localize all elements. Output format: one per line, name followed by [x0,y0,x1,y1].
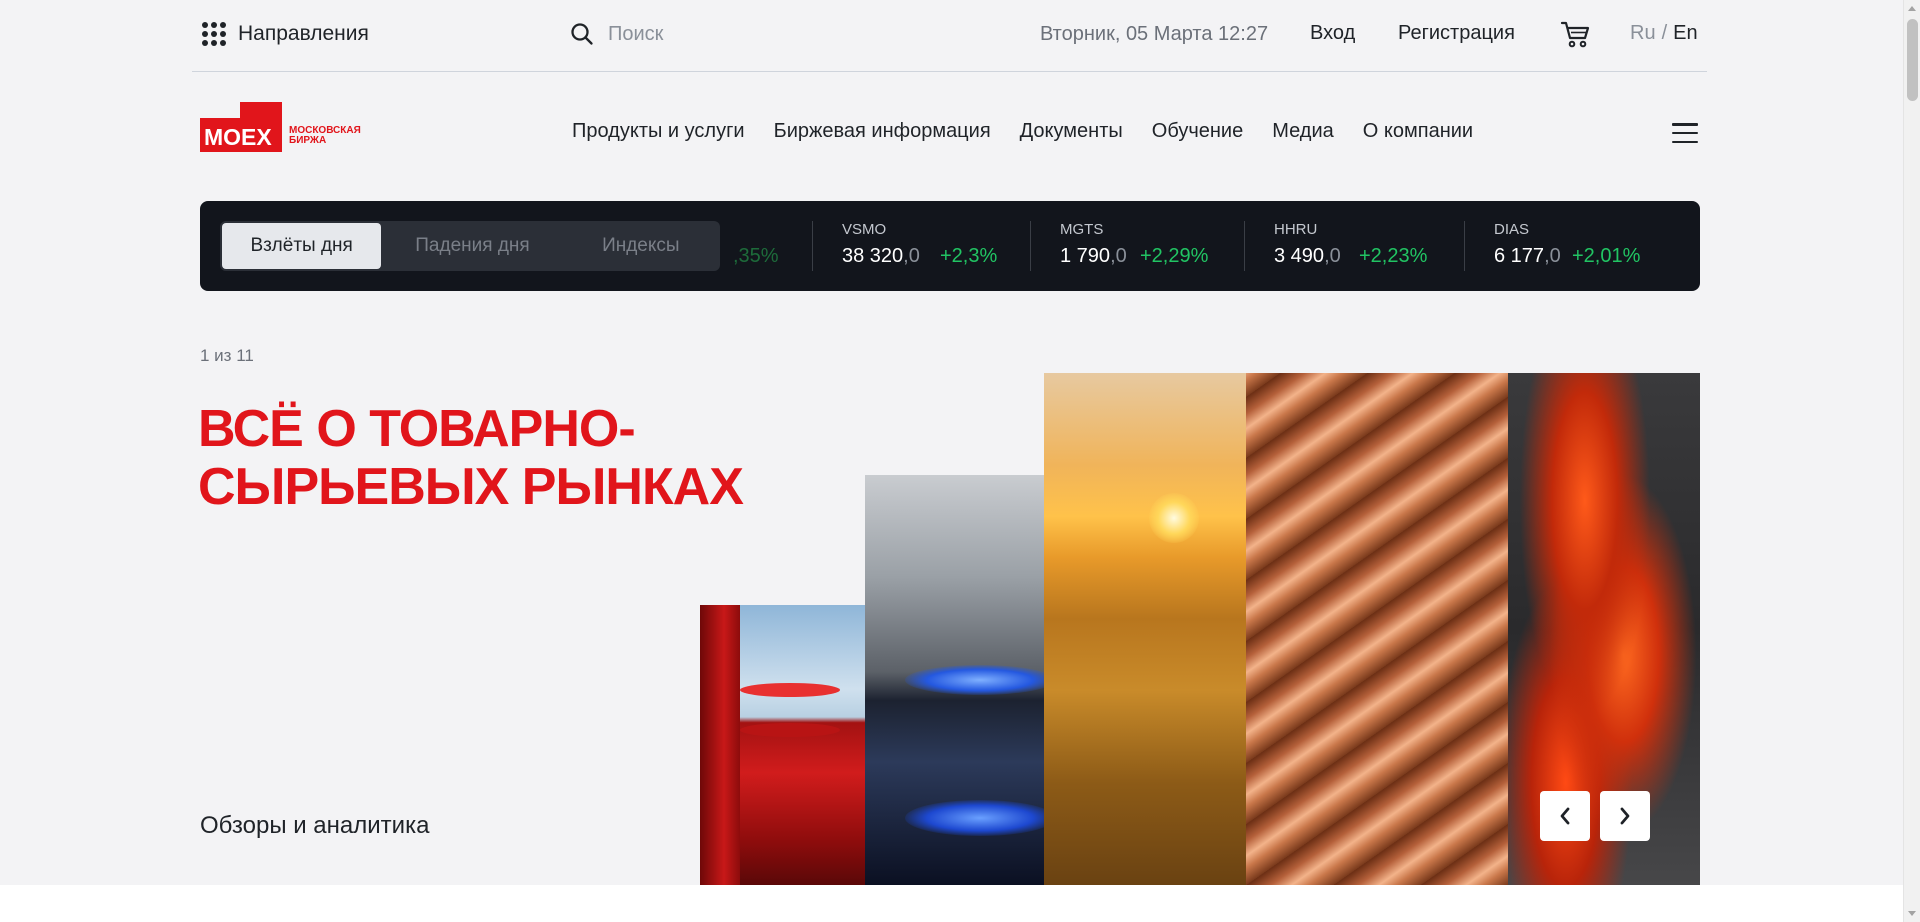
ticker-symbol: VSMO [842,221,887,238]
price-dec: ,0 [903,245,920,267]
scroll-up-icon[interactable] [1908,6,1916,11]
ticker-symbol: HHRU [1274,221,1318,238]
datetime: Вторник, 05 Марта 12:27 [1040,23,1269,45]
headline-line1: ВСЁ О ТОВАРНО- [198,400,636,458]
logo-subtitle: МОСКОВСКАЯ БИРЖА [289,126,361,146]
nav-about[interactable]: О компании [1363,120,1473,143]
register-link[interactable]: Регистрация [1398,22,1515,45]
nav-products[interactable]: Продукты и услуги [572,120,745,143]
nav-menu: Продукты и услуги Биржевая информация До… [572,120,1473,143]
hero-headline[interactable]: ВСЁ О ТОВАРНО- СЫРЬЕВЫХ РЫНКАХ [198,400,744,516]
slider-prev-button[interactable] [1540,791,1590,841]
slider-next-button[interactable] [1600,791,1650,841]
nav-exchange-info[interactable]: Биржевая информация [774,120,991,143]
ticker-change: +2,23% [1359,245,1428,267]
ticker-change: +2,29% [1140,245,1209,267]
slide-counter: 1 из 11 [200,346,254,365]
lang-en[interactable]: En [1673,22,1697,44]
chevron-left-icon [1560,807,1570,825]
tab-gainers[interactable]: Взлёты дня [222,223,382,269]
logo-text: MOEX [204,124,272,150]
page-bottom-area [0,885,1903,922]
oil-barrels-image [700,605,865,885]
hamburger-menu-icon[interactable] [1672,123,1698,143]
ticker-change: +2,3% [940,245,998,267]
lang-separator: / [1661,22,1668,44]
section-label[interactable]: Обзоры и аналитика [200,812,429,840]
search-input[interactable]: Поиск [570,22,663,46]
page-scrollbar[interactable] [1903,0,1920,922]
gas-burner-image [865,475,1045,885]
price-dec: ,0 [1324,245,1341,267]
ticker-tabs: Взлёты дня Падения дня Индексы [220,221,720,271]
logo-mark: MOEX [200,102,284,152]
tab-indices[interactable]: Индексы [564,223,718,269]
login-link[interactable]: Вход [1310,22,1355,45]
grid-dots-icon [202,22,226,46]
headline-line2: СЫРЬЕВЫХ РЫНКАХ [198,458,744,516]
ticker-symbol: MGTS [1060,221,1104,238]
ticker-price: 3 490,0 [1274,245,1341,268]
nav-media[interactable]: Медиа [1272,120,1334,143]
main-nav: MOEX МОСКОВСКАЯ БИРЖА Продукты и услуги … [192,72,1707,192]
scroll-down-icon[interactable] [1908,911,1916,916]
nav-documents[interactable]: Документы [1020,120,1123,143]
ticker-panel: Взлёты дня Падения дня Индексы ,35% VSMO… [200,201,1700,291]
cart-button[interactable] [1560,20,1592,55]
search-placeholder: Поиск [608,22,664,45]
tab-losers[interactable]: Падения дня [385,223,559,269]
ticker-price: 1 790,0 [1060,245,1127,268]
price-dec: ,0 [1544,245,1561,267]
moex-logo[interactable]: MOEX МОСКОВСКАЯ БИРЖА [200,102,361,152]
hero-banner-image[interactable] [700,373,1700,885]
ticker-partial-change: ,35% [733,245,779,267]
price-int: 3 490 [1274,245,1325,267]
lang-ru[interactable]: Ru [1630,22,1656,44]
price-int: 6 177 [1494,245,1545,267]
ticker-change: +2,01% [1572,245,1641,267]
ticker-price: 6 177,0 [1494,245,1561,268]
nav-education[interactable]: Обучение [1152,120,1243,143]
price-int: 1 790 [1060,245,1111,267]
top-bar: Направления Поиск Вторник, 05 Марта 12:2… [192,0,1707,72]
chevron-right-icon [1620,807,1630,825]
search-icon [571,23,593,45]
directions-label: Направления [238,22,369,45]
copper-pipes-image [1246,373,1508,885]
language-switcher: Ru / En [1630,22,1698,45]
price-int: 38 320 [842,245,904,267]
slider-arrows [1540,791,1650,841]
directions-button[interactable]: Направления [202,22,369,46]
ticker-price: 38 320,0 [842,245,920,268]
wheat-field-image [1044,373,1246,885]
price-dec: ,0 [1110,245,1127,267]
ticker-symbol: DIAS [1494,221,1530,238]
logo-subtitle-line2: БИРЖА [289,135,327,146]
cart-icon [1560,21,1590,48]
scrollbar-thumb[interactable] [1907,19,1918,101]
